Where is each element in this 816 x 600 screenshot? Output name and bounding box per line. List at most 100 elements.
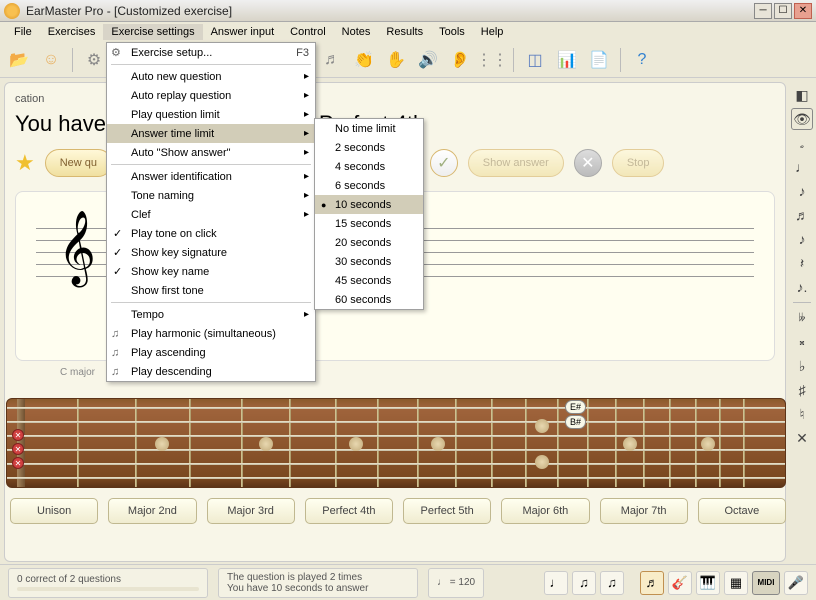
app-icon [4, 3, 20, 19]
menu-exercise-settings[interactable]: Exercise settings [103, 24, 202, 40]
menu-item-play-tone-on-click[interactable]: ✓Play tone on click [107, 224, 315, 243]
quarter-note-icon[interactable]: ♩ [791, 156, 813, 178]
menu-item-label: Exercise setup... [131, 47, 212, 59]
clear-icon[interactable]: ✕ [791, 427, 813, 449]
descending-icon[interactable]: ♫ [600, 571, 624, 595]
menu-answer-input[interactable]: Answer input [203, 24, 283, 40]
staff-icon[interactable]: ♬ [319, 47, 345, 73]
submenu-item-no-time-limit[interactable]: No time limit [315, 119, 423, 138]
check-icon[interactable]: ✓ [430, 149, 458, 177]
menu-item-clef[interactable]: Clef▸ [107, 205, 315, 224]
note-bubble: B# [565, 415, 586, 429]
submenu-item-20-seconds[interactable]: 20 seconds [315, 233, 423, 252]
staff-view-icon[interactable]: ♬ [640, 571, 664, 595]
note-bubble: E# [565, 400, 586, 414]
menu-item-label: Tempo [131, 309, 164, 321]
maximize-button[interactable]: ☐ [774, 3, 792, 19]
eighth-note-icon[interactable]: ♪ [791, 180, 813, 202]
hand-icon[interactable]: ✋ [383, 47, 409, 73]
interval-perfect-5th[interactable]: Perfect 5th [403, 498, 491, 524]
midi-button[interactable]: MIDI [752, 571, 780, 595]
menu-item-play-question-limit[interactable]: Play question limit▸ [107, 105, 315, 124]
interval-major-6th[interactable]: Major 6th [501, 498, 589, 524]
sheet-icon[interactable]: 📄 [586, 47, 612, 73]
menu-item-tone-naming[interactable]: Tone naming▸ [107, 186, 315, 205]
close-button[interactable]: ✕ [794, 3, 812, 19]
menu-item-play-ascending[interactable]: ♫Play ascending [107, 343, 315, 362]
submenu-item-label: 6 seconds [335, 180, 385, 192]
stop-button[interactable]: Stop [612, 149, 665, 177]
speaker-icon[interactable]: 🔊 [415, 47, 441, 73]
submenu-item-2-seconds[interactable]: 2 seconds [315, 138, 423, 157]
window-icon[interactable]: ◫ [522, 47, 548, 73]
sixteenth-note-icon[interactable]: ♬ [791, 204, 813, 226]
menu-item-tempo[interactable]: Tempo▸ [107, 305, 315, 324]
natural-icon[interactable]: ♮ [791, 403, 813, 425]
double-flat-icon[interactable]: 𝄫 [791, 307, 813, 329]
dotted-icon[interactable]: ♪. [791, 276, 813, 298]
ascending-icon[interactable]: ♫ [572, 571, 596, 595]
grid-view-icon[interactable]: ▦ [724, 571, 748, 595]
settings-icon[interactable]: ⚙ [81, 47, 107, 73]
submenu-item-30-seconds[interactable]: 30 seconds [315, 252, 423, 271]
menu-item-show-key-name[interactable]: ✓Show key name [107, 262, 315, 281]
rest-icon[interactable]: 𝄽 [791, 252, 813, 274]
mic-icon[interactable]: 🎤 [784, 571, 808, 595]
interval-major-7th[interactable]: Major 7th [600, 498, 688, 524]
half-note-icon[interactable]: 𝅗 [791, 132, 813, 154]
show-answer-button[interactable]: Show answer [468, 149, 564, 177]
interval-major-2nd[interactable]: Major 2nd [108, 498, 196, 524]
whole-note-icon[interactable]: 👁 [791, 108, 813, 130]
menu-item-auto-replay-question[interactable]: Auto replay question▸ [107, 86, 315, 105]
submenu-item-45-seconds[interactable]: 45 seconds [315, 271, 423, 290]
minimize-button[interactable]: ─ [754, 3, 772, 19]
menu-item-auto-show-answer[interactable]: Auto "Show answer"▸ [107, 143, 315, 162]
menu-item-answer-time-limit[interactable]: Answer time limit▸ [107, 124, 315, 143]
sharp-icon[interactable]: ♯ [791, 379, 813, 401]
submenu-item-60-seconds[interactable]: 60 seconds [315, 290, 423, 309]
string-marker: ✕ [12, 457, 24, 469]
flat-icon[interactable]: ♭ [791, 355, 813, 377]
sliders-icon[interactable]: ⋮⋮ [479, 47, 505, 73]
double-sharp-icon[interactable]: 𝄪 [791, 331, 813, 353]
menu-item-show-first-tone[interactable]: Show first tone [107, 281, 315, 300]
single-note-icon[interactable]: ♩ [544, 571, 568, 595]
help-icon[interactable]: ? [629, 47, 655, 73]
menu-item-exercise-setup[interactable]: ⚙Exercise setup...F3 [107, 43, 315, 62]
ear-icon[interactable]: 👂 [447, 47, 473, 73]
submenu-item-15-seconds[interactable]: 15 seconds [315, 214, 423, 233]
menu-help[interactable]: Help [473, 24, 512, 40]
guitar-view-icon[interactable]: 🎸 [668, 571, 692, 595]
submenu-item-6-seconds[interactable]: 6 seconds [315, 176, 423, 195]
clap-icon[interactable]: 👏 [351, 47, 377, 73]
selected-bullet-icon: ● [321, 200, 326, 210]
submenu-item-10-seconds[interactable]: ●10 seconds [315, 195, 423, 214]
user-icon[interactable]: ☺ [38, 47, 64, 73]
menu-tools[interactable]: Tools [431, 24, 473, 40]
eraser-icon[interactable]: ◧ [791, 84, 813, 106]
menu-control[interactable]: Control [282, 24, 333, 40]
menu-item-play-harmonic-simultaneous[interactable]: ♫Play harmonic (simultaneous) [107, 324, 315, 343]
fretboard[interactable]: ✕ ✕ ✕ E# B# [6, 398, 786, 488]
interval-major-3rd[interactable]: Major 3rd [207, 498, 295, 524]
interval-buttons: Unison Major 2nd Major 3rd Perfect 4th P… [10, 498, 786, 524]
tempo-panel[interactable]: ♩ = 120 [428, 568, 484, 598]
piano-view-icon[interactable]: 🎹 [696, 571, 720, 595]
menu-item-show-key-signature[interactable]: ✓Show key signature [107, 243, 315, 262]
menu-notes[interactable]: Notes [334, 24, 379, 40]
menu-item-play-descending[interactable]: ♫Play descending [107, 362, 315, 381]
chart-icon[interactable]: 📊 [554, 47, 580, 73]
triplet-icon[interactable]: ♪ [791, 228, 813, 250]
menu-exercises[interactable]: Exercises [40, 24, 104, 40]
menu-item-auto-new-question[interactable]: Auto new question▸ [107, 67, 315, 86]
new-question-button[interactable]: New qu [45, 149, 112, 177]
menu-file[interactable]: File [6, 24, 40, 40]
submenu-item-4-seconds[interactable]: 4 seconds [315, 157, 423, 176]
interval-unison[interactable]: Unison [10, 498, 98, 524]
interval-octave[interactable]: Octave [698, 498, 786, 524]
open-icon[interactable]: 📂 [6, 47, 32, 73]
menu-results[interactable]: Results [378, 24, 431, 40]
menu-item-answer-identification[interactable]: Answer identification▸ [107, 167, 315, 186]
interval-perfect-4th[interactable]: Perfect 4th [305, 498, 393, 524]
stop-icon[interactable]: ✕ [574, 149, 602, 177]
